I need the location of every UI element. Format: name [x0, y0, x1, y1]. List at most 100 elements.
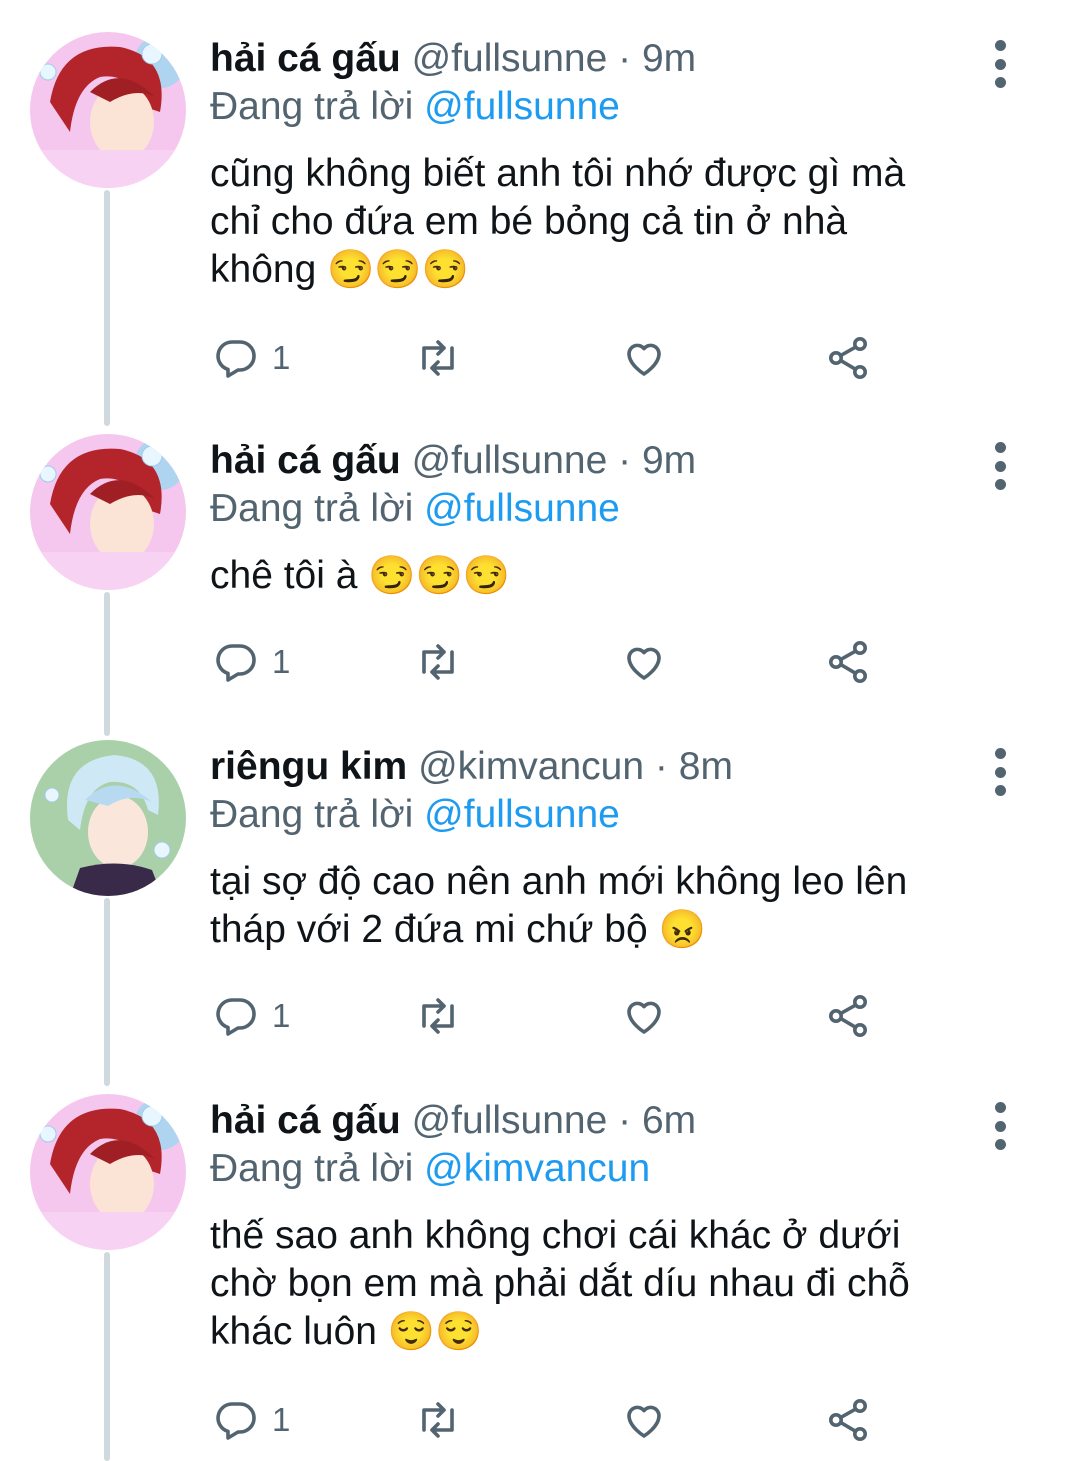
display-name[interactable]: riêngu kim	[210, 745, 407, 788]
retweet-button[interactable]	[414, 986, 462, 1046]
timestamp[interactable]: 9m	[642, 37, 696, 80]
tweet-actions: 1	[0, 632, 1080, 692]
retweet-button[interactable]	[414, 328, 462, 388]
display-name[interactable]: hải cá gấu	[210, 439, 401, 482]
tweet[interactable]: hải cá gấu @fullsunne · 9m Đang trả lời …	[0, 434, 1080, 704]
display-name[interactable]: hải cá gấu	[210, 1099, 401, 1142]
reply-context: Đang trả lời @kimvancun	[210, 1142, 650, 1196]
reply-count: 1	[272, 1401, 291, 1438]
like-button[interactable]	[620, 632, 668, 692]
like-icon	[627, 1001, 661, 1034]
tweet[interactable]: riêngu kim @kimvancun · 8m Đang trả lời …	[0, 740, 1080, 1060]
tweet-text-line: thế sao anh không chơi cái khác ở dưới	[210, 1214, 901, 1257]
emoji: 😌😌	[387, 1311, 483, 1353]
like-button[interactable]	[620, 1390, 668, 1450]
reply-count: 1	[272, 339, 291, 376]
avatar[interactable]	[30, 740, 186, 896]
emoji: 😠	[658, 909, 706, 951]
reply-prefix: Đang trả lời	[210, 793, 414, 836]
share-icon	[829, 1399, 867, 1441]
tweet-header: riêngu kim @kimvancun · 8m	[210, 740, 733, 794]
tweet-text: thế sao anh không chơi cái khác ở dưới c…	[210, 1212, 1010, 1356]
retweet-icon	[422, 998, 454, 1034]
separator: ·	[618, 1099, 632, 1142]
timestamp[interactable]: 9m	[642, 439, 696, 482]
reply-prefix: Đang trả lời	[210, 487, 414, 530]
retweet-icon	[422, 1402, 454, 1438]
reply-context: Đang trả lời @fullsunne	[210, 788, 620, 842]
share-button[interactable]	[824, 328, 872, 388]
display-name[interactable]: hải cá gấu	[210, 37, 401, 80]
share-button[interactable]	[824, 632, 872, 692]
tweet-text-line: chỉ cho đứa em bé bỏng cả tin ở nhà	[210, 200, 848, 243]
tweet-text-line: chê tôi à	[210, 554, 358, 597]
more-icon[interactable]	[980, 442, 1020, 490]
tweet-actions: 1	[0, 328, 1080, 388]
reply-button[interactable]: 1	[212, 632, 290, 692]
tweet[interactable]: hải cá gấu @fullsunne · 9m Đang trả lời …	[0, 32, 1080, 392]
separator: ·	[618, 37, 632, 80]
avatar[interactable]	[30, 1094, 186, 1250]
share-icon	[829, 995, 867, 1037]
reply-icon	[216, 1402, 256, 1440]
reply-prefix: Đang trả lời	[210, 85, 414, 128]
timestamp[interactable]: 8m	[679, 745, 733, 788]
handle[interactable]: @fullsunne	[412, 439, 608, 482]
share-button[interactable]	[824, 986, 872, 1046]
share-icon	[829, 337, 867, 379]
tweet-text: chê tôi à 😏😏😏	[210, 552, 1010, 600]
tweet-header: hải cá gấu @fullsunne · 9m	[210, 434, 696, 488]
reply-button[interactable]: 1	[212, 328, 290, 388]
timestamp[interactable]: 6m	[642, 1099, 696, 1142]
retweet-icon	[422, 340, 454, 376]
tweet-text-line: khác luôn	[210, 1310, 377, 1353]
tweet-text-line: tháp với 2 đứa mi chứ bộ	[210, 908, 648, 951]
tweet-text-line: không	[210, 248, 317, 291]
separator: ·	[654, 745, 668, 788]
like-icon	[627, 343, 661, 376]
share-button[interactable]	[824, 1390, 872, 1450]
emoji: 😏😏😏	[368, 555, 511, 597]
tweet-text: cũng không biết anh tôi nhớ được gì mà c…	[210, 150, 1010, 294]
retweet-button[interactable]	[414, 1390, 462, 1450]
handle[interactable]: @fullsunne	[412, 37, 608, 80]
tweet-header: hải cá gấu @fullsunne · 6m	[210, 1094, 696, 1148]
reply-to-link[interactable]: @fullsunne	[424, 487, 620, 530]
reply-icon	[216, 644, 256, 682]
retweet-icon	[422, 644, 454, 680]
reply-to-link[interactable]: @fullsunne	[424, 85, 620, 128]
reply-count: 1	[272, 643, 291, 680]
retweet-button[interactable]	[414, 632, 462, 692]
tweet-text-line: tại sợ độ cao nên anh mới không leo lên	[210, 860, 908, 903]
emoji: 😏😏😏	[327, 249, 470, 291]
reply-button[interactable]: 1	[212, 1390, 290, 1450]
tweet-actions: 1	[0, 986, 1080, 1046]
like-icon	[627, 647, 661, 680]
more-icon[interactable]	[980, 1102, 1020, 1150]
reply-icon	[216, 998, 256, 1036]
share-icon	[829, 641, 867, 683]
tweet-header: hải cá gấu @fullsunne · 9m	[210, 32, 696, 86]
more-icon[interactable]	[980, 40, 1020, 88]
tweet-actions: 1	[0, 1390, 1080, 1450]
reply-context: Đang trả lời @fullsunne	[210, 482, 620, 536]
tweet-text: tại sợ độ cao nên anh mới không leo lên …	[210, 858, 1010, 954]
handle[interactable]: @kimvancun	[418, 745, 644, 788]
reply-to-link[interactable]: @fullsunne	[424, 793, 620, 836]
like-button[interactable]	[620, 328, 668, 388]
reply-button[interactable]: 1	[212, 986, 290, 1046]
like-icon	[627, 1405, 661, 1438]
handle[interactable]: @fullsunne	[412, 1099, 608, 1142]
tweet[interactable]: hải cá gấu @fullsunne · 6m Đang trả lời …	[0, 1094, 1080, 1454]
reply-to-link[interactable]: @kimvancun	[424, 1147, 650, 1190]
reply-icon	[216, 340, 256, 378]
reply-prefix: Đang trả lời	[210, 1147, 414, 1190]
reply-context: Đang trả lời @fullsunne	[210, 80, 620, 134]
avatar[interactable]	[30, 32, 186, 188]
tweet-text-line: chờ bọn em mà phải dắt díu nhau đi chỗ	[210, 1262, 910, 1305]
avatar[interactable]	[30, 434, 186, 590]
separator: ·	[618, 439, 632, 482]
tweet-text-line: cũng không biết anh tôi nhớ được gì mà	[210, 152, 906, 195]
like-button[interactable]	[620, 986, 668, 1046]
more-icon[interactable]	[980, 748, 1020, 796]
